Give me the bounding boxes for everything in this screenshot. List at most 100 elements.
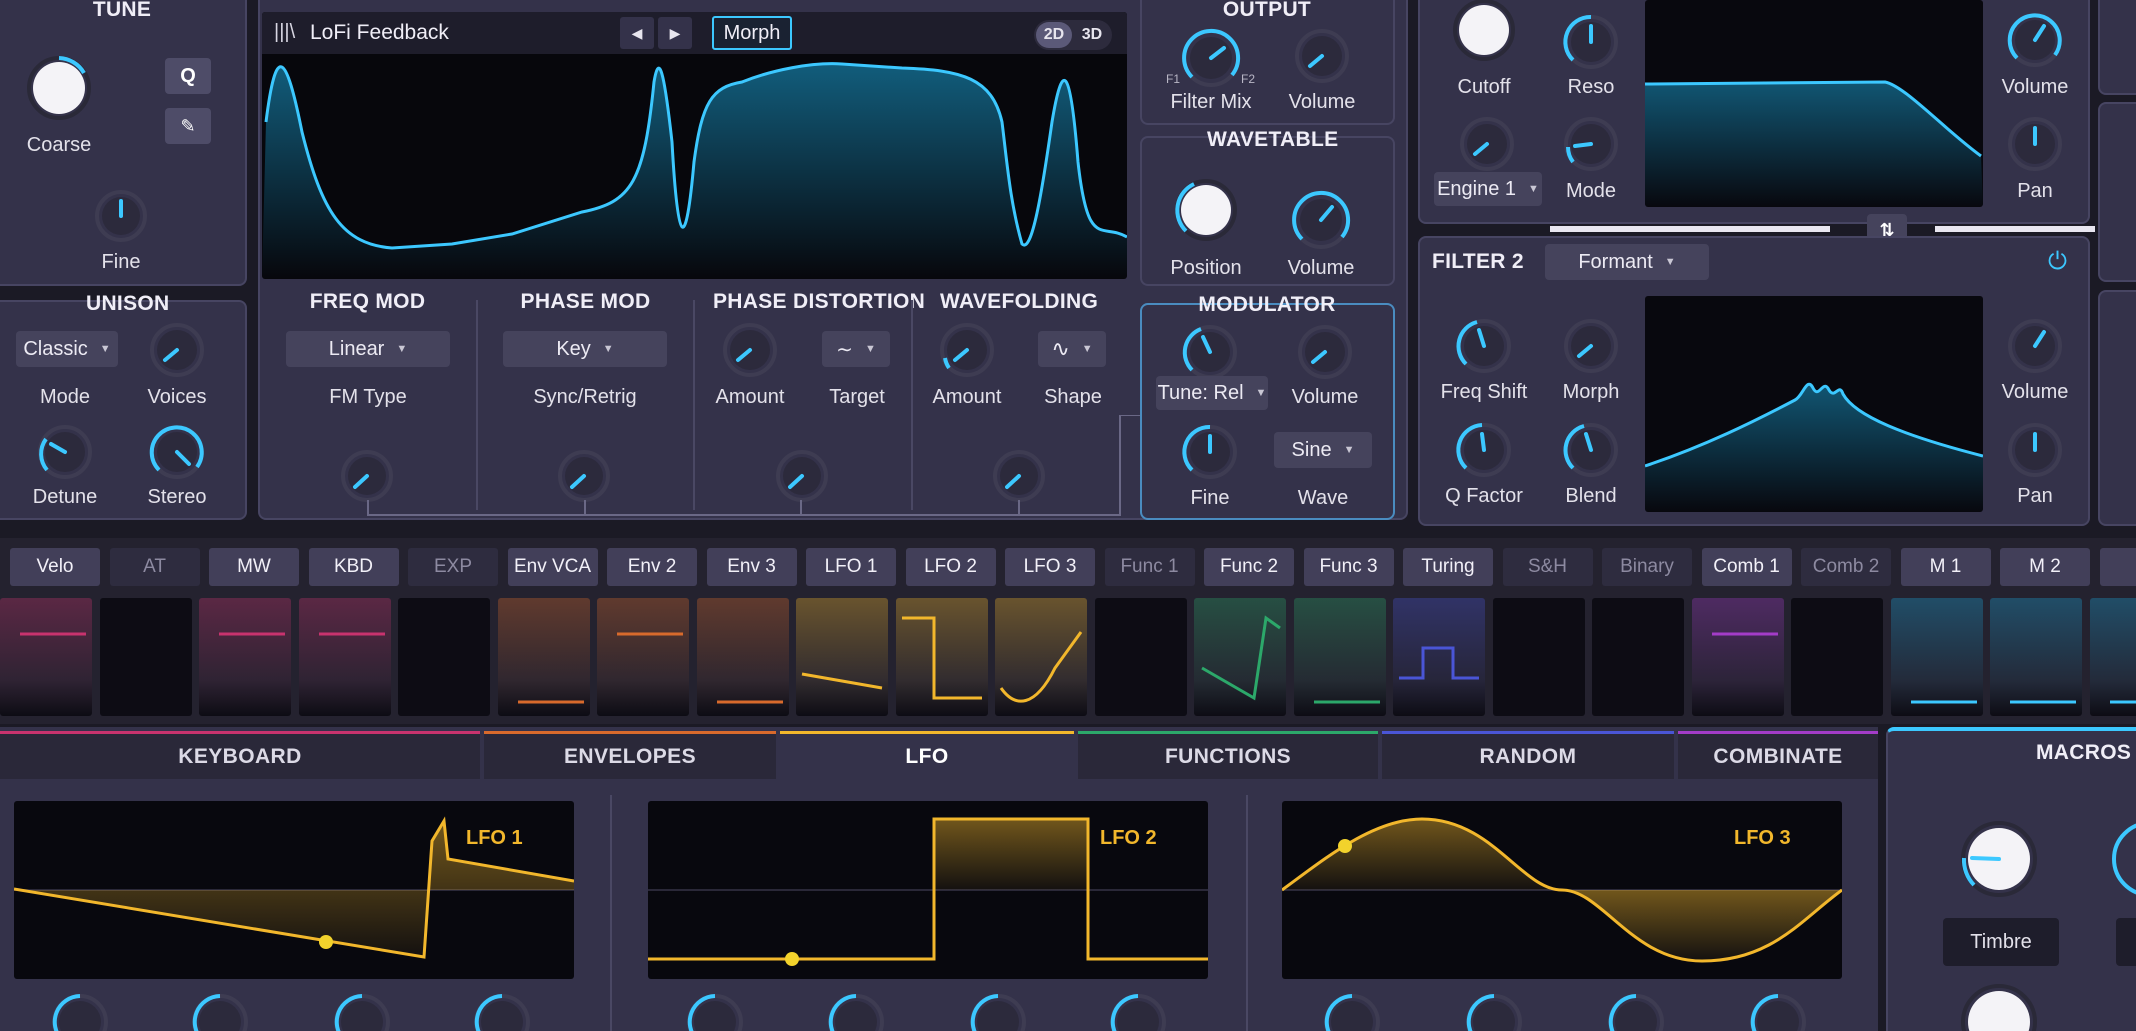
lfo-param-knob[interactable] [1108, 992, 1168, 1031]
lfo2-display[interactable]: LFO 2 [648, 801, 1208, 979]
filter1-volume-knob[interactable] [2006, 11, 2064, 69]
modulator-wave-dropdown[interactable]: Sine ▼ [1274, 432, 1372, 468]
mod-source-preview[interactable] [1791, 598, 1883, 716]
lfo3-display[interactable]: LFO 3 [1282, 801, 1842, 979]
mod-source-kbd[interactable]: KBD [308, 548, 399, 586]
filter2-pan-knob[interactable] [2006, 421, 2064, 479]
tab-functions[interactable]: FUNCTIONS [1078, 731, 1378, 779]
lfo1-display[interactable]: LFO 1 [14, 801, 574, 979]
mod-source-m-2[interactable]: M 2 [2000, 548, 2090, 586]
mod-source-preview[interactable] [1990, 598, 2082, 716]
filter1-mode-knob[interactable] [1562, 115, 1620, 173]
mod-source-func-2[interactable]: Func 2 [1204, 548, 1294, 586]
mod-source-at[interactable]: AT [109, 548, 200, 586]
mod-source-preview[interactable] [995, 598, 1087, 716]
lfo-param-knob[interactable] [332, 992, 392, 1031]
macro2-knob[interactable] [2109, 818, 2136, 900]
detune-knob[interactable] [36, 423, 94, 481]
wf-shape-dropdown[interactable]: ∿ ▼ [1038, 331, 1106, 367]
mod-source-preview[interactable] [597, 598, 689, 716]
lfo-param-knob[interactable] [1606, 992, 1666, 1031]
stereo-knob[interactable] [148, 423, 206, 481]
mod-source-preview[interactable] [199, 598, 291, 716]
wavetable-volume-knob[interactable] [1290, 189, 1352, 251]
cutoff-knob[interactable] [1451, 0, 1517, 63]
mod-source-comb-1[interactable]: Comb 1 [1701, 548, 1792, 586]
mod-source-preview[interactable] [1293, 598, 1386, 716]
mod-source-preview[interactable] [0, 598, 92, 716]
fine-knob[interactable] [93, 188, 149, 244]
mod-source-preview[interactable] [1592, 598, 1684, 716]
mod-source-comb-2[interactable]: Comb 2 [1801, 548, 1891, 586]
wavetable-display[interactable]: |||\ LoFi Feedback ◀ ▶ Morph 2D 3D [262, 12, 1127, 279]
mod-source-exp[interactable]: EXP [408, 548, 498, 586]
mod-source-preview[interactable] [1492, 598, 1585, 716]
unison-mode-dropdown[interactable]: Classic ▼ [16, 331, 118, 367]
mod-source-preview[interactable] [2089, 598, 2136, 716]
mod-source-m-1[interactable]: M 1 [1900, 548, 1991, 586]
mod-source-preview[interactable] [398, 598, 490, 716]
freq-shift-knob[interactable] [1455, 317, 1513, 375]
blend-knob[interactable] [1562, 421, 1620, 479]
mod-source-turing[interactable]: Turing [1403, 548, 1493, 586]
wavetable-position-knob[interactable] [1173, 177, 1239, 243]
macro2-label-box[interactable] [2116, 918, 2136, 966]
pd-amount-knob[interactable] [721, 321, 779, 379]
lfo-param-knob[interactable] [826, 992, 886, 1031]
filter2-volume-knob[interactable] [2006, 317, 2064, 375]
mod-source-preview[interactable] [497, 598, 590, 716]
q-factor-knob[interactable] [1455, 421, 1513, 479]
wf-amount-knob[interactable] [938, 321, 996, 379]
filter1-drive-knob[interactable] [1458, 115, 1516, 173]
reso-knob[interactable] [1562, 13, 1620, 71]
macro3-knob[interactable] [1958, 981, 2040, 1031]
output-volume-knob[interactable] [1293, 27, 1351, 85]
modulator-tune-knob[interactable] [1181, 323, 1239, 381]
filter1-engine-dropdown[interactable]: Engine 1 ▼ [1434, 172, 1542, 206]
lfo-param-knob[interactable] [50, 992, 110, 1031]
mod-source-preview[interactable] [1890, 598, 1983, 716]
modulator-volume-knob[interactable] [1296, 323, 1354, 381]
mod-source-preview[interactable] [696, 598, 789, 716]
filter-mix-knob[interactable] [1180, 27, 1242, 89]
lfo-param-knob[interactable] [1464, 992, 1524, 1031]
mod-source-preview[interactable] [1393, 598, 1485, 716]
tab-combinate[interactable]: COMBINATE [1678, 731, 1878, 779]
tab-envelopes[interactable]: ENVELOPES [484, 731, 776, 779]
mod-source-func-1[interactable]: Func 1 [1104, 548, 1195, 586]
tab-random[interactable]: RANDOM [1382, 731, 1674, 779]
mod-source-env-2[interactable]: Env 2 [607, 548, 697, 586]
filter2-type-dropdown[interactable]: Formant ▼ [1545, 244, 1709, 280]
mod-source-preview[interactable] [298, 598, 391, 716]
modulator-fine-knob[interactable] [1181, 423, 1239, 481]
mod-source-preview[interactable] [895, 598, 988, 716]
mod-source-m[interactable]: M [2099, 548, 2136, 586]
timbre-knob[interactable] [1958, 818, 2040, 900]
filter1-display[interactable] [1645, 0, 1983, 207]
mod-source-lfo-2[interactable]: LFO 2 [905, 548, 996, 586]
sync-retrig-dropdown[interactable]: Key ▼ [503, 331, 667, 367]
pd-target-dropdown[interactable]: ∼ ▼ [822, 331, 890, 367]
mod-source-s-h[interactable]: S&H [1502, 548, 1593, 586]
mod-source-func-3[interactable]: Func 3 [1303, 548, 1394, 586]
lfo-param-knob[interactable] [968, 992, 1028, 1031]
tab-lfo[interactable]: LFO [780, 731, 1074, 779]
power-icon[interactable]: ⏻ [2048, 248, 2067, 276]
filter2-display[interactable] [1645, 296, 1983, 512]
mod-source-env-3[interactable]: Env 3 [706, 548, 797, 586]
mod-source-lfo-3[interactable]: LFO 3 [1005, 548, 1095, 586]
mod-source-preview[interactable] [99, 598, 192, 716]
filter1-pan-knob[interactable] [2006, 115, 2064, 173]
lfo-param-knob[interactable] [190, 992, 250, 1031]
mod-source-preview[interactable] [1194, 598, 1286, 716]
mod-source-preview[interactable] [1094, 598, 1187, 716]
lfo-param-knob[interactable] [685, 992, 745, 1031]
lfo-param-knob[interactable] [472, 992, 532, 1031]
coarse-knob[interactable] [24, 53, 94, 123]
filter2-morph-knob[interactable] [1562, 317, 1620, 375]
mod-source-preview[interactable] [796, 598, 888, 716]
lfo-param-knob[interactable] [1748, 992, 1808, 1031]
mod-source-lfo-1[interactable]: LFO 1 [806, 548, 896, 586]
pencil-button[interactable]: ✎ [165, 108, 211, 144]
fm-type-dropdown[interactable]: Linear ▼ [286, 331, 450, 367]
